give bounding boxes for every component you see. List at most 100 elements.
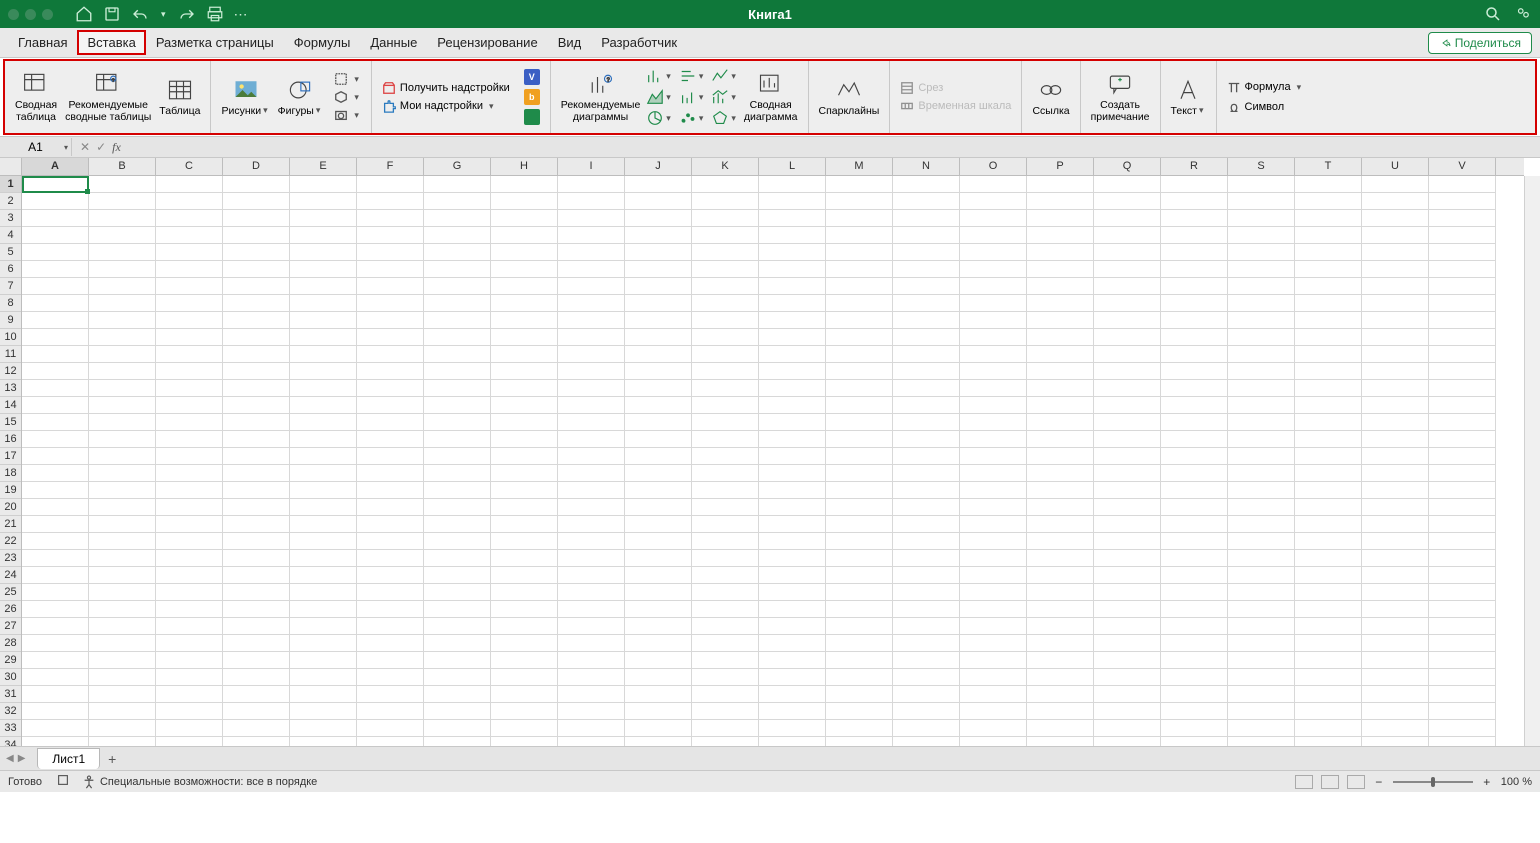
cell-R22[interactable] — [1161, 533, 1228, 550]
cell-L32[interactable] — [759, 703, 826, 720]
cell-B11[interactable] — [89, 346, 156, 363]
cell-A23[interactable] — [22, 550, 89, 567]
row-header-26[interactable]: 26 — [0, 601, 21, 618]
cell-K34[interactable] — [692, 737, 759, 746]
cell-G17[interactable] — [424, 448, 491, 465]
cell-C27[interactable] — [156, 618, 223, 635]
cell-D21[interactable] — [223, 516, 290, 533]
cell-A14[interactable] — [22, 397, 89, 414]
cell-U10[interactable] — [1362, 329, 1429, 346]
cell-M4[interactable] — [826, 227, 893, 244]
cell-P6[interactable] — [1027, 261, 1094, 278]
cell-S32[interactable] — [1228, 703, 1295, 720]
cell-E4[interactable] — [290, 227, 357, 244]
cell-P18[interactable] — [1027, 465, 1094, 482]
fx-icon[interactable]: fx — [112, 140, 121, 155]
cell-L17[interactable] — [759, 448, 826, 465]
cell-U16[interactable] — [1362, 431, 1429, 448]
cell-F27[interactable] — [357, 618, 424, 635]
cell-F5[interactable] — [357, 244, 424, 261]
cell-C30[interactable] — [156, 669, 223, 686]
cell-T31[interactable] — [1295, 686, 1362, 703]
column-header-B[interactable]: B — [89, 158, 156, 175]
row-header-32[interactable]: 32 — [0, 703, 21, 720]
cell-B25[interactable] — [89, 584, 156, 601]
cell-U31[interactable] — [1362, 686, 1429, 703]
cell-H4[interactable] — [491, 227, 558, 244]
cell-I25[interactable] — [558, 584, 625, 601]
cell-P30[interactable] — [1027, 669, 1094, 686]
cell-J30[interactable] — [625, 669, 692, 686]
cell-J29[interactable] — [625, 652, 692, 669]
cell-S13[interactable] — [1228, 380, 1295, 397]
cell-O11[interactable] — [960, 346, 1027, 363]
tab-developer[interactable]: Разработчик — [591, 30, 687, 55]
cell-B16[interactable] — [89, 431, 156, 448]
table-button[interactable]: Таблица — [155, 74, 204, 120]
cell-O17[interactable] — [960, 448, 1027, 465]
cell-D11[interactable] — [223, 346, 290, 363]
cell-E22[interactable] — [290, 533, 357, 550]
cell-V10[interactable] — [1429, 329, 1496, 346]
cell-J10[interactable] — [625, 329, 692, 346]
cell-J31[interactable] — [625, 686, 692, 703]
cell-D12[interactable] — [223, 363, 290, 380]
cell-L10[interactable] — [759, 329, 826, 346]
tab-view[interactable]: Вид — [548, 30, 592, 55]
cell-G21[interactable] — [424, 516, 491, 533]
cell-N15[interactable] — [893, 414, 960, 431]
cell-S7[interactable] — [1228, 278, 1295, 295]
cell-P9[interactable] — [1027, 312, 1094, 329]
cell-F1[interactable] — [357, 176, 424, 193]
cell-G11[interactable] — [424, 346, 491, 363]
cell-M31[interactable] — [826, 686, 893, 703]
cell-B4[interactable] — [89, 227, 156, 244]
row-header-18[interactable]: 18 — [0, 465, 21, 482]
cell-T32[interactable] — [1295, 703, 1362, 720]
cell-C29[interactable] — [156, 652, 223, 669]
row-header-15[interactable]: 15 — [0, 414, 21, 431]
cell-I1[interactable] — [558, 176, 625, 193]
cell-P5[interactable] — [1027, 244, 1094, 261]
cell-M10[interactable] — [826, 329, 893, 346]
column-header-S[interactable]: S — [1228, 158, 1295, 175]
cell-S25[interactable] — [1228, 584, 1295, 601]
cell-O21[interactable] — [960, 516, 1027, 533]
cell-B21[interactable] — [89, 516, 156, 533]
cell-C16[interactable] — [156, 431, 223, 448]
cell-G15[interactable] — [424, 414, 491, 431]
cell-M12[interactable] — [826, 363, 893, 380]
cell-D26[interactable] — [223, 601, 290, 618]
cell-S33[interactable] — [1228, 720, 1295, 737]
cell-P32[interactable] — [1027, 703, 1094, 720]
cell-B26[interactable] — [89, 601, 156, 618]
cell-D10[interactable] — [223, 329, 290, 346]
cell-O29[interactable] — [960, 652, 1027, 669]
row-header-9[interactable]: 9 — [0, 312, 21, 329]
cell-M7[interactable] — [826, 278, 893, 295]
cell-Q34[interactable] — [1094, 737, 1161, 746]
cell-J18[interactable] — [625, 465, 692, 482]
cell-C9[interactable] — [156, 312, 223, 329]
cell-K24[interactable] — [692, 567, 759, 584]
cell-E25[interactable] — [290, 584, 357, 601]
cell-G25[interactable] — [424, 584, 491, 601]
cell-F20[interactable] — [357, 499, 424, 516]
cell-R28[interactable] — [1161, 635, 1228, 652]
cell-G18[interactable] — [424, 465, 491, 482]
column-header-I[interactable]: I — [558, 158, 625, 175]
cell-F2[interactable] — [357, 193, 424, 210]
cell-Q20[interactable] — [1094, 499, 1161, 516]
cell-M23[interactable] — [826, 550, 893, 567]
cell-G32[interactable] — [424, 703, 491, 720]
cell-B17[interactable] — [89, 448, 156, 465]
cell-U33[interactable] — [1362, 720, 1429, 737]
cell-L9[interactable] — [759, 312, 826, 329]
cell-F19[interactable] — [357, 482, 424, 499]
cell-D15[interactable] — [223, 414, 290, 431]
cell-S23[interactable] — [1228, 550, 1295, 567]
cell-O28[interactable] — [960, 635, 1027, 652]
people-addin-button[interactable] — [520, 108, 544, 126]
column-header-O[interactable]: O — [960, 158, 1027, 175]
cell-B3[interactable] — [89, 210, 156, 227]
